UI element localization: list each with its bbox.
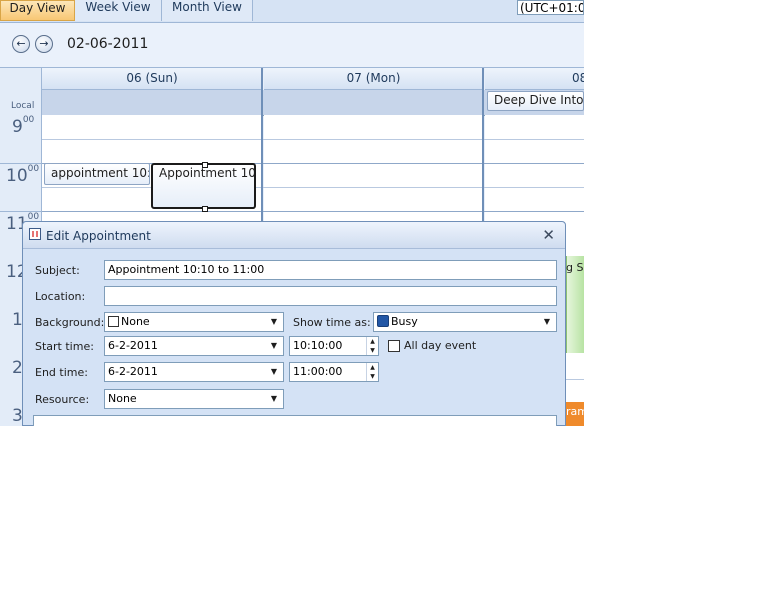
resize-handle-top[interactable] xyxy=(202,162,208,168)
appointment-1000[interactable]: appointment 10:00 t xyxy=(44,163,150,185)
hour-label-10: 1000 xyxy=(6,164,40,186)
dialog-title: Edit Appointment xyxy=(46,229,151,243)
close-icon[interactable]: ✕ xyxy=(542,226,555,244)
scheduler-window: Day View Week View Month View (UTC+01:00… xyxy=(0,0,584,426)
end-time-spinner[interactable]: ▲ ▼ xyxy=(366,363,378,381)
show-time-as-select[interactable]: Busy ▼ xyxy=(373,312,557,332)
chevron-down-icon[interactable]: ▼ xyxy=(540,313,554,331)
start-time-label: Start time: xyxy=(35,340,94,353)
subject-label: Subject: xyxy=(35,264,80,277)
time-zone-local-label: Local xyxy=(11,101,35,111)
orange-appointment-label: ram xyxy=(566,405,584,418)
start-time-spinner[interactable]: ▲ ▼ xyxy=(366,337,378,355)
grid-line xyxy=(42,211,584,212)
chevron-down-icon[interactable]: ▼ xyxy=(267,313,281,331)
background-label: Background: xyxy=(35,316,105,329)
grid-line xyxy=(566,379,584,380)
location-label: Location: xyxy=(35,290,86,303)
chevron-down-icon[interactable]: ▼ xyxy=(267,337,281,355)
green-appointment-label: g Se xyxy=(566,261,584,274)
resource-value: None xyxy=(108,392,137,405)
start-time-value: 10:10:00 xyxy=(293,339,343,352)
arrow-left-icon[interactable]: ← xyxy=(12,35,30,53)
day-header-mon[interactable]: 07 (Mon) xyxy=(264,68,483,90)
all-day-event-checkbox[interactable] xyxy=(388,340,400,352)
color-swatch-none xyxy=(108,315,119,327)
subject-input[interactable]: Appointment 10:10 to 11:00 xyxy=(104,260,557,280)
all-day-appointment[interactable]: Deep Dive Into Ent xyxy=(487,91,584,111)
edit-appointment-dialog: Edit Appointment ✕ Subject: Appointment … xyxy=(22,221,566,426)
grid-line xyxy=(0,163,41,164)
tab-week-view[interactable]: Week View xyxy=(75,0,162,21)
resource-select[interactable]: None ▼ xyxy=(104,389,284,409)
timezone-select[interactable]: (UTC+01:00) xyxy=(517,0,584,15)
view-tabs: Day View Week View Month View (UTC+01:00… xyxy=(0,0,584,23)
location-input[interactable] xyxy=(104,286,557,306)
date-navigation-bar: ← → 02-06-2011 xyxy=(0,23,584,68)
tab-month-view[interactable]: Month View xyxy=(162,0,253,21)
background-value: None xyxy=(121,315,150,328)
show-time-as-label: Show time as: xyxy=(293,316,371,329)
busy-color-swatch xyxy=(377,315,389,327)
orange-appointment[interactable]: ram xyxy=(566,402,584,426)
grid-line xyxy=(42,139,584,140)
chevron-down-icon[interactable]: ▼ xyxy=(267,390,281,408)
all-day-event-label: All day event xyxy=(404,339,477,352)
appointment-1010-selected[interactable]: Appointment 10:10 t xyxy=(151,163,256,209)
end-time-label: End time: xyxy=(35,366,88,379)
hour-label-9: 900 xyxy=(12,115,35,137)
calendar-icon xyxy=(29,228,41,240)
chevron-down-icon[interactable]: ▼ xyxy=(267,363,281,381)
end-time-input[interactable]: 11:00:00 ▲ ▼ xyxy=(289,362,379,382)
day-header-tue[interactable]: 08 xyxy=(485,68,584,90)
grid-line xyxy=(0,211,41,212)
end-time-value: 11:00:00 xyxy=(293,365,343,378)
arrow-right-icon[interactable]: → xyxy=(35,35,53,53)
description-textarea[interactable] xyxy=(33,415,557,426)
current-date-label: 02-06-2011 xyxy=(67,36,149,52)
resource-label: Resource: xyxy=(35,393,90,406)
grid-line xyxy=(42,187,584,188)
resize-handle-bottom[interactable] xyxy=(202,206,208,212)
background-select[interactable]: None ▼ xyxy=(104,312,284,332)
start-time-input[interactable]: 10:10:00 ▲ ▼ xyxy=(289,336,379,356)
day-header-sun[interactable]: 06 (Sun) xyxy=(42,68,262,90)
start-date-picker[interactable]: 6-2-2011 ▼ xyxy=(104,336,284,356)
start-date-value: 6-2-2011 xyxy=(108,339,158,352)
dialog-title-bar[interactable]: Edit Appointment ✕ xyxy=(23,222,565,249)
end-date-picker[interactable]: 6-2-2011 ▼ xyxy=(104,362,284,382)
show-time-as-value: Busy xyxy=(391,315,418,328)
end-date-value: 6-2-2011 xyxy=(108,365,158,378)
tab-day-view[interactable]: Day View xyxy=(0,0,75,21)
